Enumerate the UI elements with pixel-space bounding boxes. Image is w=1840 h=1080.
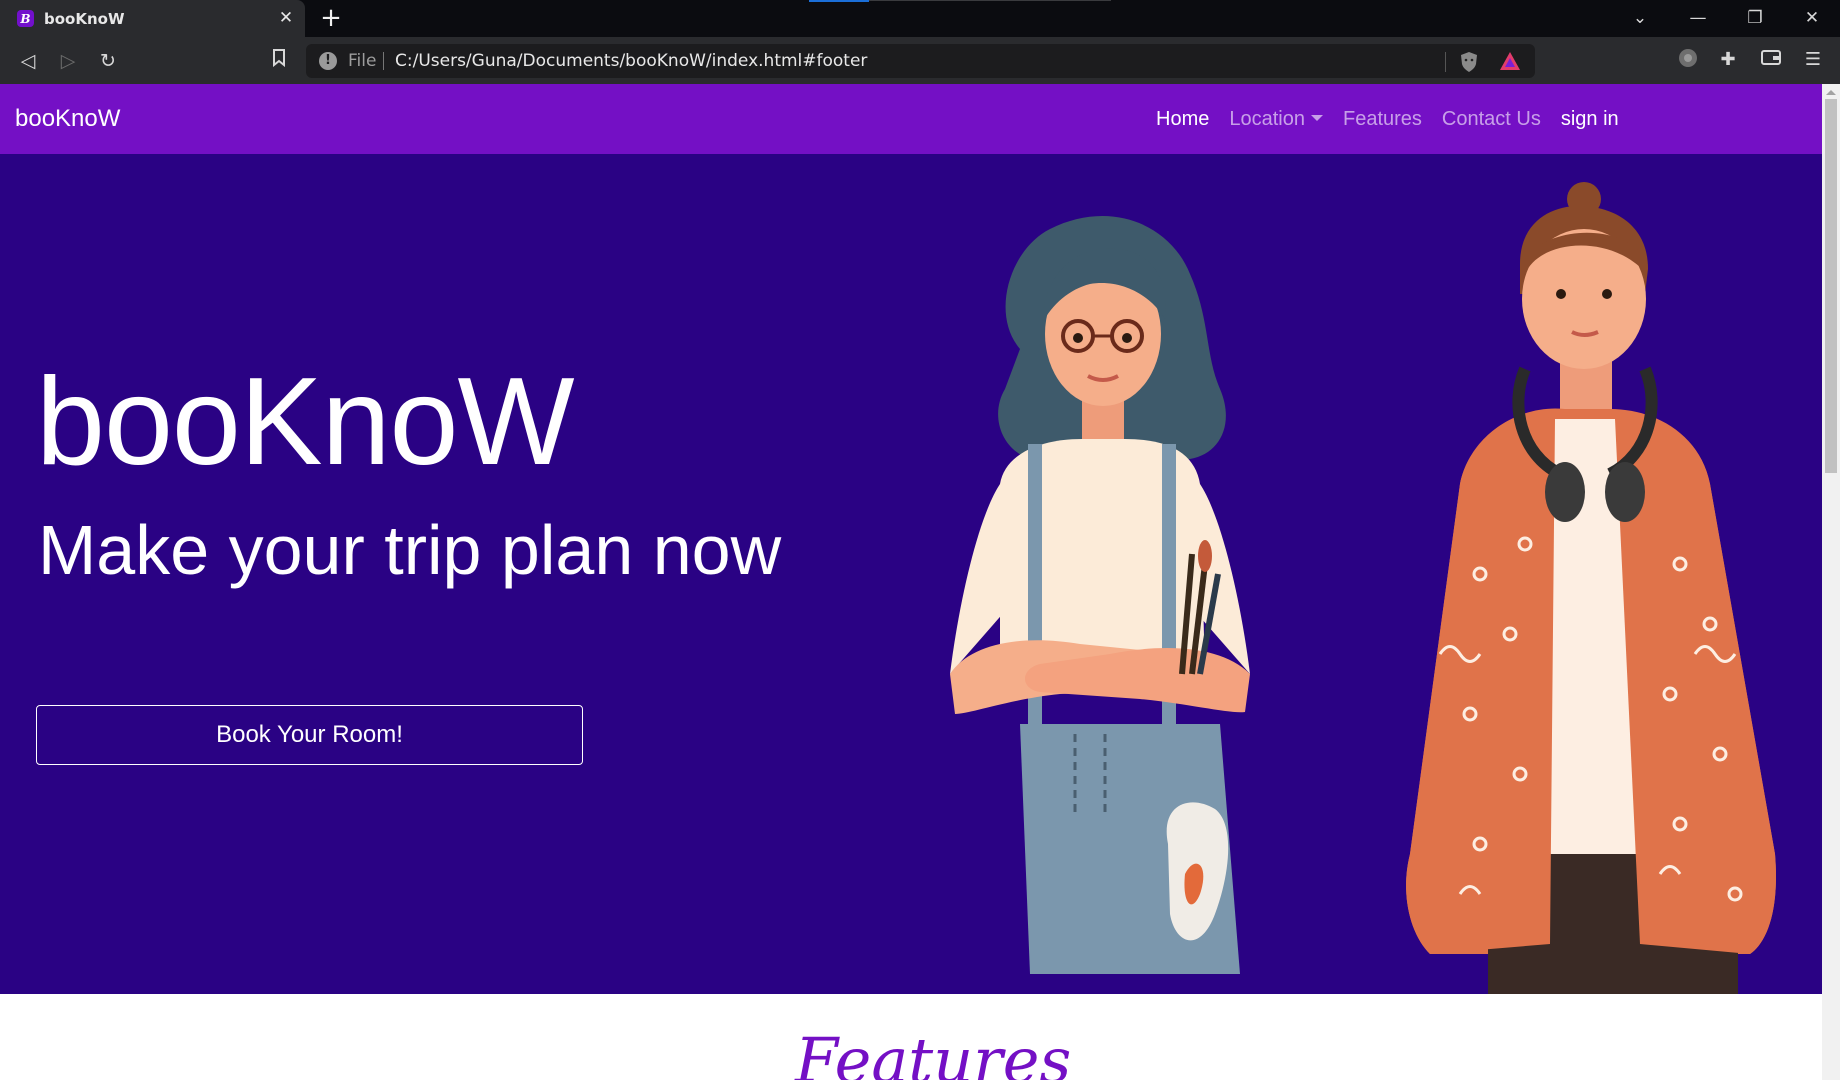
url-scheme-label: File — [348, 51, 377, 71]
woman-illustration — [950, 216, 1250, 974]
nav-link-location-label: Location — [1229, 108, 1305, 130]
scroll-thumb[interactable] — [1825, 99, 1837, 473]
minimize-icon[interactable]: — — [1683, 4, 1713, 32]
brave-rewards-icon[interactable] — [1499, 51, 1521, 71]
page-scrollbar[interactable] — [1822, 84, 1840, 1080]
url-divider — [383, 52, 384, 70]
nav-link-features[interactable]: Features — [1343, 108, 1422, 131]
site-navbar: booKnoW Home Location Features Contact U… — [0, 84, 1822, 154]
reload-icon[interactable]: ↻ — [95, 48, 121, 74]
info-icon[interactable]: ! — [319, 52, 337, 70]
nav-link-location[interactable]: Location — [1229, 108, 1323, 131]
menu-icon[interactable]: ☰ — [1801, 48, 1825, 72]
nav-links: Home Location Features Contact Us sign i… — [1156, 108, 1639, 131]
back-icon[interactable]: ◁ — [15, 48, 41, 74]
man-illustration — [1406, 182, 1776, 994]
scroll-up-icon[interactable] — [1826, 90, 1836, 95]
nav-link-sign-in[interactable]: sign in — [1561, 108, 1619, 131]
restore-icon[interactable]: ❐ — [1740, 4, 1770, 32]
address-bar[interactable]: ! File C:/Users/Guna/Documents/booKnoW/i… — [306, 44, 1535, 78]
hero-title: booKnoW — [36, 353, 575, 491]
new-tab-button[interactable]: + — [318, 5, 344, 31]
brand-logo[interactable]: booKnoW — [15, 105, 120, 133]
window-close-icon[interactable]: ✕ — [1797, 4, 1827, 32]
browser-toolbar: ◁ ▷ ↻ ! File C:/Users/Guna/Documents/boo… — [0, 37, 1840, 84]
bookmark-icon[interactable] — [266, 48, 292, 74]
web-page: booKnoW Home Location Features Contact U… — [0, 84, 1822, 1080]
url-divider — [1445, 52, 1446, 72]
nav-link-contact[interactable]: Contact Us — [1442, 108, 1541, 131]
features-heading: Features — [795, 1024, 1072, 1080]
close-icon[interactable]: ✕ — [277, 9, 295, 27]
tab-list-icon[interactable]: ⌄ — [1625, 4, 1655, 32]
hero-subtitle: Make your trip plan now — [38, 511, 782, 589]
favicon-icon: B — [17, 10, 34, 27]
forward-icon[interactable]: ▷ — [55, 48, 81, 74]
profile-icon[interactable] — [1676, 48, 1700, 72]
browser-tab[interactable]: B booKnoW ✕ — [0, 0, 305, 37]
extensions-icon[interactable]: ✚ — [1716, 48, 1740, 72]
tab-title: booKnoW — [44, 9, 125, 28]
tab-strip: B booKnoW ✕ + ⌄ — ❐ ✕ — [0, 0, 1840, 37]
chevron-down-icon — [1310, 114, 1323, 121]
loading-indicator — [809, 0, 869, 2]
wallet-icon[interactable] — [1759, 48, 1783, 72]
brave-shield-icon[interactable] — [1459, 51, 1479, 73]
nav-link-home[interactable]: Home — [1156, 108, 1209, 131]
url-text[interactable]: C:/Users/Guna/Documents/booKnoW/index.ht… — [395, 51, 867, 71]
book-room-button[interactable]: Book Your Room! — [36, 705, 583, 765]
hero-illustration — [950, 182, 1776, 994]
tab-strip-divider — [869, 0, 1111, 1]
